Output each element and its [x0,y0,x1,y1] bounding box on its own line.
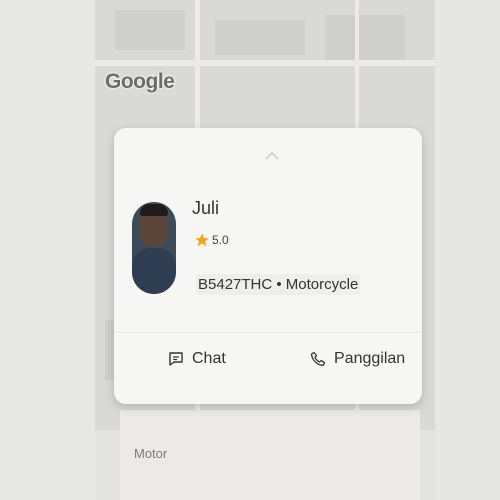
star-icon [195,233,209,247]
rating-value: 5.0 [212,233,229,247]
map-block [215,20,305,55]
chevron-up-icon[interactable] [265,152,279,160]
left-panel [0,0,95,500]
driver-rating: 5.0 [194,232,229,248]
map-road [95,60,435,66]
phone-icon [310,351,326,367]
driver-card: Juli 5.0 B5427THC • Motorcycle Chat Pang… [114,128,422,404]
call-button[interactable]: Panggilan [310,350,405,368]
divider [114,332,422,333]
chat-icon [169,352,183,366]
driver-name: Juli [192,198,220,218]
driver-avatar [132,202,176,294]
vehicle-info: B5427THC • Motorcycle [196,274,361,295]
map-block [325,15,405,60]
call-label: Panggilan [334,350,406,367]
service-type-label: Motor [134,446,168,461]
map-block [115,10,185,50]
chat-button[interactable]: Chat [168,350,226,368]
google-logo: Google [105,70,175,93]
chat-label: Chat [192,350,226,367]
right-panel [435,0,500,500]
